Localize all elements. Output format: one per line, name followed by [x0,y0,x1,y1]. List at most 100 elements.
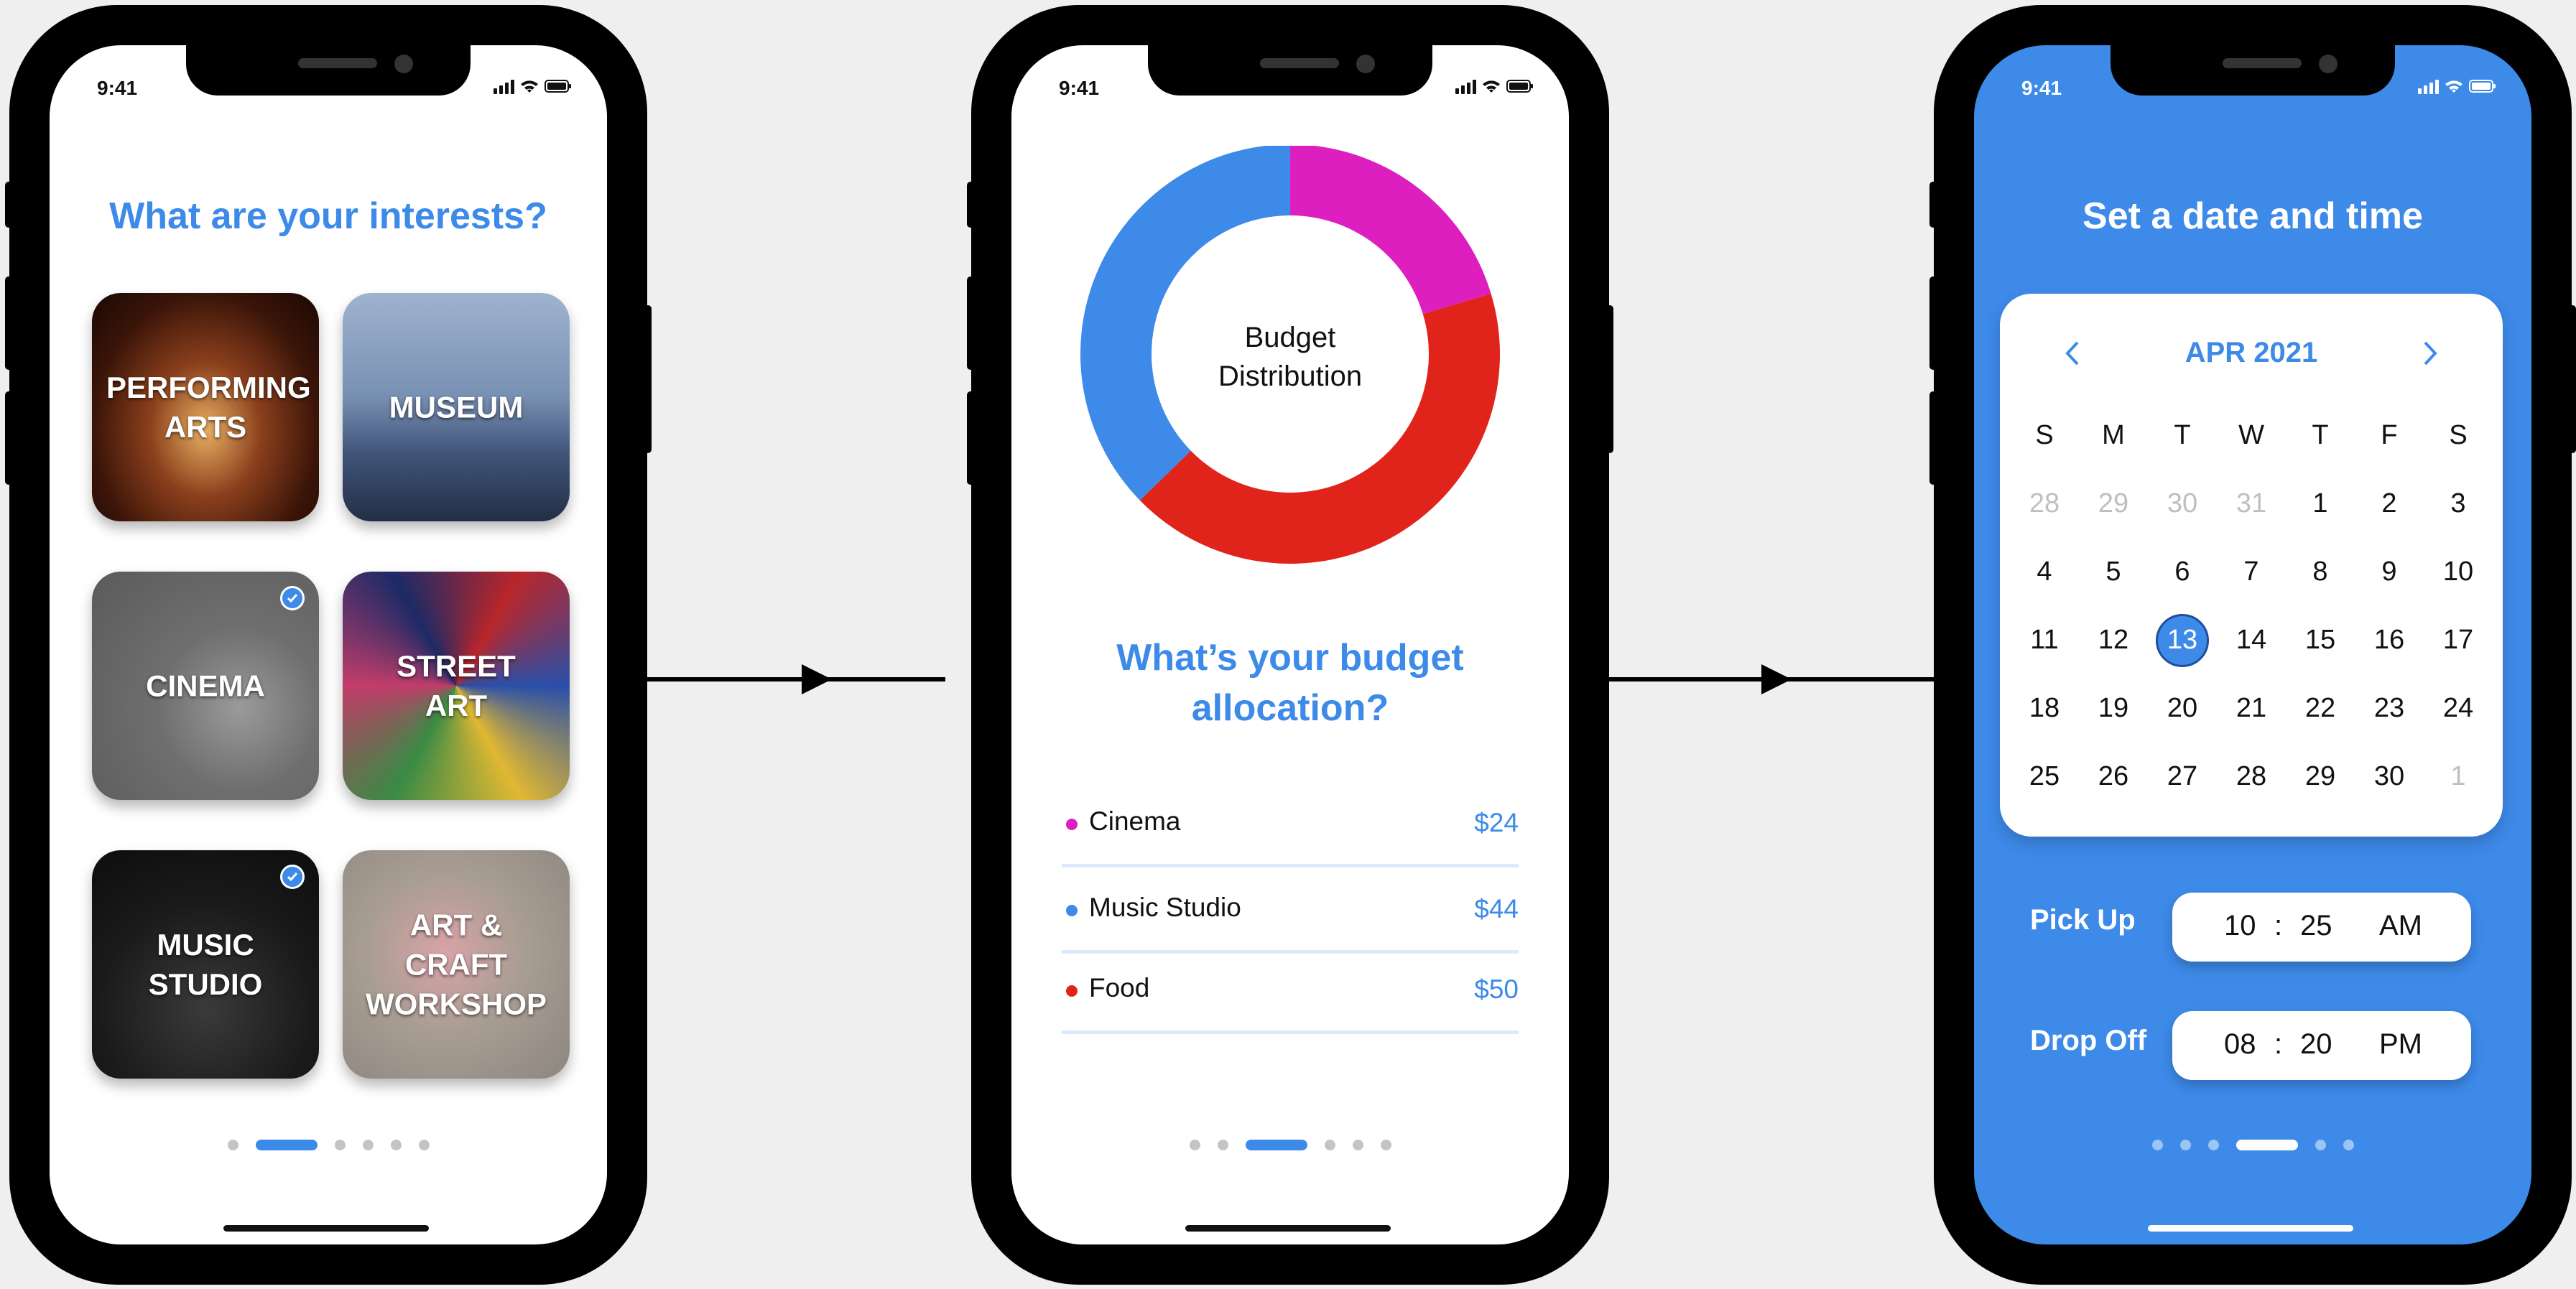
calendar-day[interactable]: 30 [2148,470,2217,538]
calendar-day[interactable]: 28 [2010,470,2079,538]
calendar-day[interactable]: 18 [2010,674,2079,743]
side-button-power [2569,305,2576,453]
calendar-day[interactable]: 17 [2424,606,2493,674]
flow-arrow-1 [644,677,945,681]
date-time-title: Set a date and time [2082,195,2423,237]
calendar-day[interactable]: 29 [2079,470,2148,538]
side-button-volume-down [1929,391,1937,485]
tile-museum[interactable]: MUSEUM [343,293,570,521]
tile-music-studio[interactable]: MUSIC STUDIO [92,850,319,1079]
page-dot-active[interactable] [255,1140,318,1150]
calendar-day[interactable]: 16 [2355,606,2424,674]
calendar-day[interactable]: 23 [2355,674,2424,743]
home-indicator[interactable] [1185,1225,1391,1232]
calendar-day-selected[interactable]: 13 [2148,606,2217,674]
calendar-day[interactable]: 24 [2424,674,2493,743]
calendar-day[interactable]: 29 [2286,743,2355,811]
calendar-day[interactable]: 4 [2010,538,2079,606]
dropoff-time-picker[interactable]: 08 : 20 PM [2172,1011,2471,1080]
camera [2319,55,2338,73]
page-dot[interactable] [362,1140,374,1150]
tile-cinema[interactable]: CINEMA [92,572,319,800]
calendar-day[interactable]: 11 [2010,606,2079,674]
donut-center-label: Budget Distribution [1218,322,1363,392]
calendar-day[interactable]: 5 [2079,538,2148,606]
budget-row-food[interactable]: Food $50 [1062,951,1519,1034]
dropoff-minute[interactable]: 20 [2300,1028,2332,1061]
tile-label: ART & CRAFT WORKSHOP [366,908,547,1021]
calendar-day[interactable]: 6 [2148,538,2217,606]
home-indicator[interactable] [223,1225,429,1232]
page-dot[interactable] [2207,1140,2219,1150]
tile-street-art[interactable]: STREET ART [343,572,570,800]
home-indicator[interactable] [2148,1225,2353,1232]
side-button-mute [5,182,12,228]
page-dot[interactable] [227,1140,238,1150]
page-dot[interactable] [2179,1140,2191,1150]
budget-row-cinema[interactable]: Cinema $24 [1062,785,1519,867]
calendar-day[interactable]: 12 [2079,606,2148,674]
calendar-day[interactable]: 25 [2010,743,2079,811]
page-indicator [1974,1140,2531,1150]
calendar-day[interactable]: 26 [2079,743,2148,811]
calendar-day[interactable]: 1 [2286,470,2355,538]
page-dot[interactable] [1189,1140,1200,1150]
tile-art-craft-workshop[interactable]: ART & CRAFT WORKSHOP [343,850,570,1079]
calendar-day[interactable]: 21 [2217,674,2286,743]
page-dot[interactable] [1324,1140,1335,1150]
calendar-day[interactable]: 3 [2424,470,2493,538]
selected-day-label: 13 [2156,613,2209,667]
phone-budget: 9:41 Budget Distribution What’s your bud… [967,5,1613,1285]
budget-row-music-studio[interactable]: Music Studio $44 [1062,871,1519,954]
calendar-day[interactable]: 1 [2424,743,2493,811]
chevron-right-icon[interactable] [2415,335,2444,371]
flow-arrowhead-1 [802,664,832,694]
calendar-day[interactable]: 28 [2217,743,2286,811]
dropoff-hour[interactable]: 08 [2224,1028,2256,1061]
side-button-mute [967,182,974,228]
pickup-period[interactable]: AM [2379,910,2422,942]
calendar-day[interactable]: 20 [2148,674,2217,743]
page-dot[interactable] [390,1140,402,1150]
calendar-day[interactable]: 31 [2217,470,2286,538]
page-dot-active[interactable] [1245,1140,1307,1150]
tile-performing-arts[interactable]: PERFORMING ARTS [92,293,319,521]
tile-label: MUSEUM [389,390,524,424]
legend-dot [1066,905,1078,916]
page-dot[interactable] [1352,1140,1363,1150]
screen-date-time: 9:41 Set a date and time APR 2021 SMTWTF… [1974,45,2531,1244]
pickup-minute[interactable]: 25 [2300,910,2332,942]
calendar-day[interactable]: 14 [2217,606,2286,674]
calendar-day[interactable]: 30 [2355,743,2424,811]
page-dot[interactable] [334,1140,346,1150]
calendar-day[interactable]: 27 [2148,743,2217,811]
flow-arrowhead-2 [1761,664,1792,694]
pickup-time-picker[interactable]: 10 : 25 AM [2172,893,2471,962]
side-button-volume-up [5,276,12,370]
speaker [1260,58,1339,68]
page-dot-active[interactable] [2236,1140,2298,1150]
legend-dot [1066,985,1078,997]
page-dot[interactable] [1217,1140,1228,1150]
pickup-hour[interactable]: 10 [2224,910,2256,942]
status-time: 9:41 [1059,77,1100,99]
page-dot[interactable] [2315,1140,2326,1150]
calendar-day[interactable]: 19 [2079,674,2148,743]
calendar-day[interactable]: 9 [2355,538,2424,606]
page-dot[interactable] [2151,1140,2163,1150]
budget-title: What’s your budget allocation? [1116,637,1464,729]
calendar-day[interactable]: 10 [2424,538,2493,606]
calendar-day[interactable]: 8 [2286,538,2355,606]
screen-interests: 9:41 What are your interests? PERFORMING… [50,45,607,1244]
calendar-day[interactable]: 22 [2286,674,2355,743]
calendar-day[interactable]: 7 [2217,538,2286,606]
calendar-day[interactable]: 2 [2355,470,2424,538]
side-button-power [644,305,652,453]
page-dot[interactable] [1380,1140,1391,1150]
page-dot[interactable] [2343,1140,2354,1150]
time-separator: : [2274,1028,2283,1060]
status-time: 9:41 [97,77,138,99]
page-dot[interactable] [418,1140,430,1150]
calendar-day[interactable]: 15 [2286,606,2355,674]
dropoff-period[interactable]: PM [2379,1028,2422,1061]
